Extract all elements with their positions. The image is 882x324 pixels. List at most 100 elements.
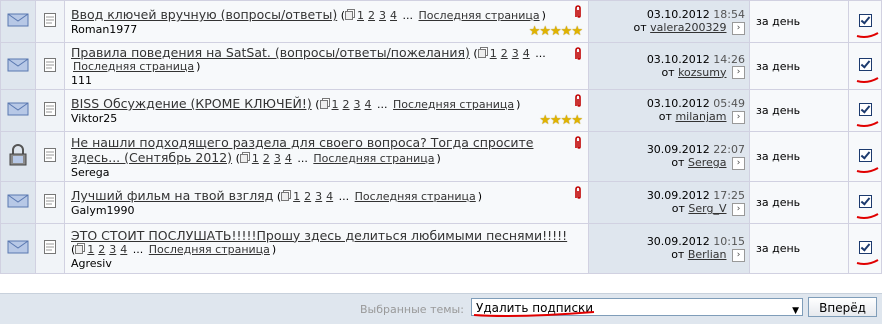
thread-checkbox[interactable]: [858, 148, 872, 162]
chevron-down-icon[interactable]: ▼: [792, 302, 799, 320]
page-link[interactable]: 2: [304, 190, 311, 203]
go-to-last-post-icon[interactable]: ›: [732, 66, 745, 80]
page-link[interactable]: 2: [263, 152, 270, 165]
thread-author[interactable]: Viktor25: [71, 112, 570, 125]
go-to-last-post-icon[interactable]: ›: [732, 21, 745, 35]
page-link[interactable]: 1: [490, 47, 497, 60]
last-post-cell: 30.09.2012 17:25 от Serg_V ›: [588, 181, 750, 224]
page-link[interactable]: 4: [285, 152, 292, 165]
last-poster-link[interactable]: milanjam: [675, 110, 726, 123]
red-underline-annotation: [473, 311, 595, 317]
last-post-time: 10:15: [713, 235, 745, 249]
last-poster-link[interactable]: Berlian: [688, 248, 727, 261]
thread-author[interactable]: Serega: [71, 166, 570, 179]
multipage-icon: [239, 151, 250, 165]
last-poster-link[interactable]: valera200329: [650, 21, 726, 34]
thread-checkbox[interactable]: [858, 58, 872, 71]
notification-period-cell: за день: [749, 223, 849, 274]
last-page-link[interactable]: Последняя страница: [419, 9, 540, 22]
thread-checkbox[interactable]: [858, 240, 872, 254]
thread-select-cell: [848, 89, 882, 132]
multipage-icon: [281, 190, 292, 203]
document-icon: [44, 102, 56, 119]
go-to-last-post-icon[interactable]: ›: [732, 202, 745, 216]
thread-title-link[interactable]: Ввод ключей вручную (вопросы/ответы): [71, 7, 337, 22]
thread-status-cell: [0, 42, 36, 90]
envelope-icon: [7, 13, 29, 31]
thread-select-cell: [848, 181, 882, 224]
page-link[interactable]: 3: [512, 47, 519, 60]
page-link[interactable]: 4: [390, 9, 397, 22]
thread-row: Лучший фильм на твой взгляд (1 2 3 4 ... По…: [0, 181, 882, 224]
page-link[interactable]: 4: [120, 243, 127, 256]
page-link[interactable]: 3: [315, 190, 322, 203]
page-link[interactable]: 4: [365, 98, 372, 111]
page-link[interactable]: 3: [354, 98, 361, 111]
document-icon: [44, 240, 56, 257]
go-to-last-post-icon[interactable]: ›: [732, 248, 745, 262]
thread-checkbox[interactable]: [858, 13, 872, 27]
go-to-last-post-icon[interactable]: ›: [732, 110, 745, 124]
last-page-link[interactable]: Последняя страница: [393, 98, 514, 111]
go-button[interactable]: Вперёд: [808, 297, 877, 317]
thread-select-cell: [848, 223, 882, 274]
thread-status-cell: [0, 0, 36, 43]
multipage-icon: [477, 47, 488, 60]
multipage-icon: [319, 98, 330, 111]
page-link[interactable]: 2: [501, 47, 508, 60]
thread-type-cell: [35, 89, 65, 132]
page-link[interactable]: 3: [109, 243, 116, 256]
notification-period-cell: за день: [749, 181, 849, 224]
envelope-icon: [7, 240, 29, 258]
red-underline-annotation: [856, 77, 879, 83]
last-post-date: 30.09.2012: [646, 189, 710, 203]
page-link[interactable]: 1: [357, 9, 364, 22]
page-link[interactable]: 1: [252, 152, 259, 165]
thread-title-link[interactable]: BISS Обсуждение (КРОМЕ КЛЮЧЕЙ!): [71, 96, 312, 111]
notification-period-cell: за день: [749, 89, 849, 132]
by-prefix: от: [633, 21, 647, 35]
last-page-link[interactable]: Последняя страница: [355, 190, 476, 203]
red-underline-annotation: [856, 121, 879, 127]
page-link[interactable]: 1: [332, 98, 339, 111]
go-to-last-post-icon[interactable]: ›: [732, 156, 745, 170]
thread-author[interactable]: Agresiv: [71, 257, 570, 270]
rating-stars-icon: ★★★★★: [528, 24, 583, 39]
last-poster-link[interactable]: kozsumy: [678, 66, 726, 79]
red-underline-annotation: [856, 213, 879, 219]
thread-title-cell: ЭТО СТОИТ ПОСЛУШАТЬ!!!!!Прошу здесь дели…: [64, 223, 589, 274]
thread-checkbox[interactable]: [858, 102, 872, 116]
thread-pages: (1 2 3 4 ... Последняя страница): [276, 190, 483, 203]
page-link[interactable]: 2: [343, 98, 350, 111]
page-link[interactable]: 1: [293, 190, 300, 203]
page-link[interactable]: 4: [523, 47, 530, 60]
last-post-time: 05:49: [713, 97, 745, 111]
page-link[interactable]: 3: [274, 152, 281, 165]
notification-period: за день: [756, 104, 801, 117]
last-post-time: 22:07: [713, 143, 745, 157]
thread-title-link[interactable]: Лучший фильм на твой взгляд: [71, 188, 273, 203]
last-page-link[interactable]: Последняя страница: [149, 243, 270, 256]
page-link[interactable]: 1: [87, 243, 94, 256]
page-link[interactable]: 3: [379, 9, 386, 22]
page-link[interactable]: 2: [98, 243, 105, 256]
thread-author[interactable]: 111: [71, 74, 570, 87]
thread-title-cell: Не нашли подходящего раздела для своего …: [64, 131, 589, 182]
thread-row: Правила поведения на SatSat. (вопросы/от…: [0, 42, 882, 90]
page-link[interactable]: 4: [326, 190, 333, 203]
page-link[interactable]: 2: [368, 9, 375, 22]
thread-title-link[interactable]: ЭТО СТОИТ ПОСЛУШАТЬ!!!!!Прошу здесь дели…: [71, 228, 567, 243]
thread-row: Ввод ключей вручную (вопросы/ответы) (1 2…: [0, 0, 882, 43]
last-post-date: 03.10.2012: [646, 97, 710, 111]
notification-period: за день: [756, 242, 801, 255]
thread-checkbox[interactable]: [858, 194, 872, 208]
last-poster-link[interactable]: Serega: [688, 156, 727, 169]
multipage-icon: [345, 9, 356, 22]
by-prefix: от: [658, 110, 672, 124]
thread-title-link[interactable]: Правила поведения на SatSat. (вопросы/от…: [71, 45, 470, 60]
thread-author[interactable]: Roman1977: [71, 23, 570, 36]
last-poster-link[interactable]: Serg_V: [688, 202, 726, 215]
last-page-link[interactable]: Последняя страница: [313, 152, 434, 165]
thread-author[interactable]: Galym1990: [71, 204, 570, 217]
last-page-link[interactable]: Последняя страница: [73, 60, 194, 73]
